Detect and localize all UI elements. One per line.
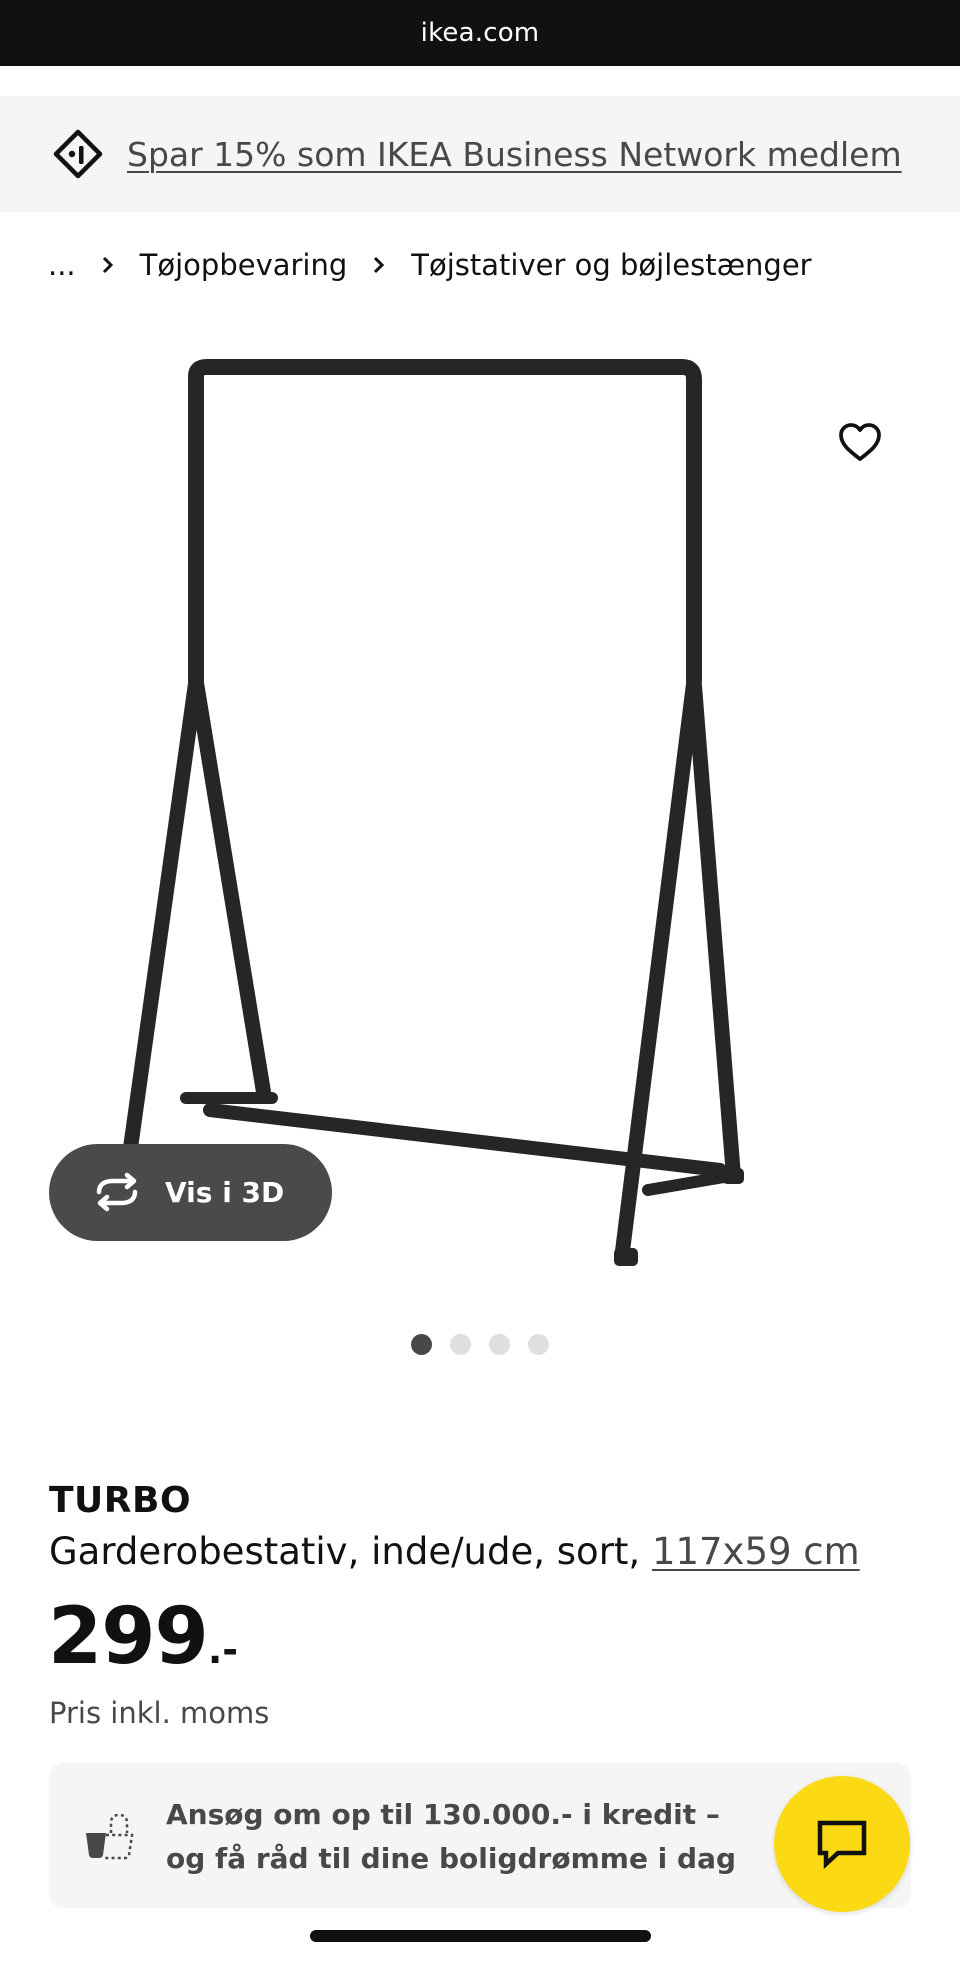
product-description-text: Garderobestativ, inde/ude, sort, xyxy=(49,1530,652,1573)
url-bar[interactable]: ikea.com xyxy=(0,0,960,66)
price-note: Pris inkl. moms xyxy=(49,1696,270,1730)
price-suffix: .- xyxy=(207,1628,239,1672)
breadcrumb: ... Tøjopbevaring Tøjstativer og bøjlest… xyxy=(48,240,812,290)
view-in-3d-label: Vis i 3D xyxy=(165,1176,285,1209)
business-network-banner[interactable]: Spar 15% som IKEA Business Network medle… xyxy=(0,96,960,212)
product-dimensions-link[interactable]: 117x59 cm xyxy=(652,1530,860,1573)
business-network-link[interactable]: Spar 15% som IKEA Business Network medle… xyxy=(127,96,902,212)
product-name: TURBO xyxy=(49,1480,192,1521)
credit-banner-text: Ansøg om op til 130.000.- i kredit – og … xyxy=(166,1798,737,1875)
product-price: 299 .- xyxy=(48,1592,238,1682)
chat-button[interactable] xyxy=(774,1776,910,1912)
url-text: ikea.com xyxy=(420,18,540,48)
price-integer: 299 xyxy=(48,1592,209,1682)
rotate-3d-icon xyxy=(96,1172,138,1212)
heart-icon xyxy=(839,423,881,461)
carousel-dot-4[interactable] xyxy=(528,1333,549,1355)
product-description: Garderobestativ, inde/ude, sort, 117x59 … xyxy=(49,1530,860,1573)
home-indicator xyxy=(310,1930,651,1942)
view-in-3d-button[interactable]: Vis i 3D xyxy=(49,1144,332,1241)
credit-bag-icon xyxy=(86,1813,134,1860)
chat-bubble-icon xyxy=(817,1820,867,1869)
price-tag-icon xyxy=(53,129,103,179)
carousel-dot-1[interactable] xyxy=(411,1333,432,1355)
favorite-button[interactable] xyxy=(830,412,890,472)
breadcrumb-item-clothes-racks[interactable]: Tøjstativer og bøjlestænger xyxy=(411,248,811,282)
breadcrumb-ellipsis[interactable]: ... xyxy=(48,248,76,282)
chevron-right-icon xyxy=(369,255,389,275)
carousel-dot-3[interactable] xyxy=(489,1333,510,1355)
carousel-dot-2[interactable] xyxy=(450,1333,471,1355)
breadcrumb-item-clothes-storage[interactable]: Tøjopbevaring xyxy=(140,248,348,282)
image-carousel-dots xyxy=(411,1333,549,1355)
chevron-right-icon xyxy=(98,255,118,275)
